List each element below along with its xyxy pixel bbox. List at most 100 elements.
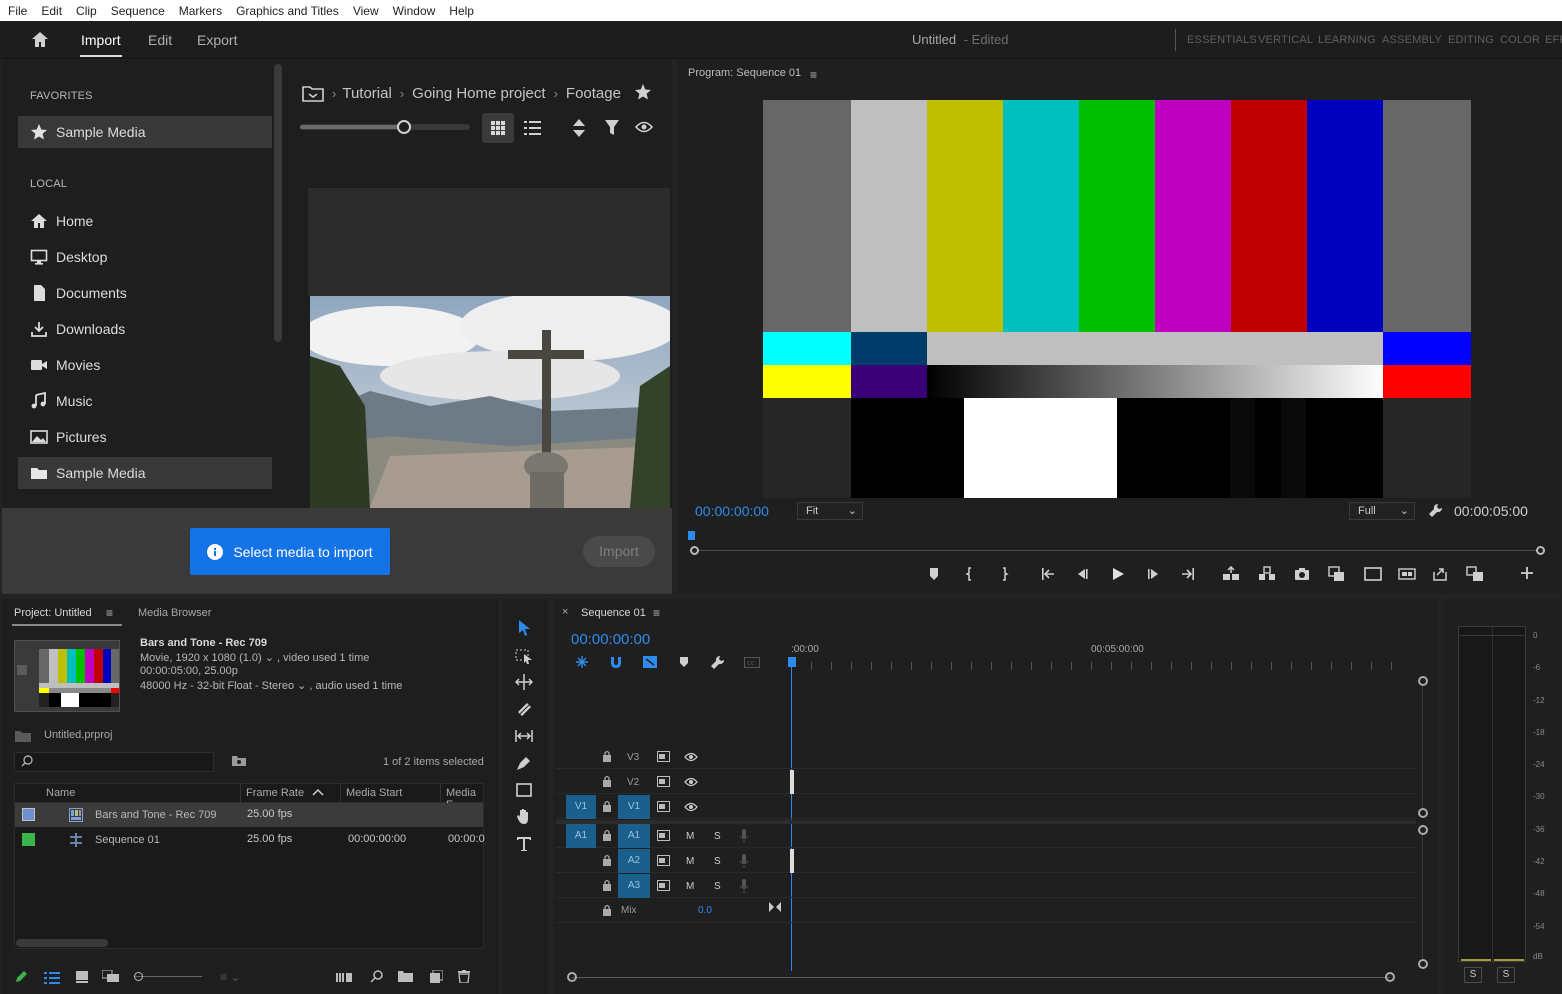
track-label-a1[interactable]: A1	[618, 824, 650, 848]
mute-button[interactable]: M	[686, 856, 694, 867]
proxy-toggle-icon[interactable]	[1398, 566, 1432, 582]
go-to-out-icon[interactable]	[1180, 566, 1222, 582]
lock-icon[interactable]	[602, 879, 612, 891]
list-view-icon[interactable]	[524, 120, 541, 136]
folder-icon[interactable]	[302, 84, 324, 102]
freeform-view-icon[interactable]	[102, 970, 120, 983]
menu-graphics[interactable]: Graphics and Titles	[228, 4, 345, 18]
step-forward-icon[interactable]	[1146, 566, 1180, 582]
column-frame-rate[interactable]: Frame Rate	[246, 787, 304, 799]
extract-icon[interactable]	[1258, 566, 1294, 582]
solo-button[interactable]: S	[714, 856, 721, 867]
eye-icon[interactable]	[684, 752, 698, 762]
track-label-a3[interactable]: A3	[618, 874, 650, 898]
microphone-icon[interactable]	[739, 879, 749, 893]
tab-export[interactable]: Export	[197, 21, 237, 59]
sidebar-item-documents[interactable]: Documents	[18, 277, 272, 309]
menu-file[interactable]: File	[0, 4, 33, 18]
icon-view-icon[interactable]	[76, 971, 88, 983]
menu-clip[interactable]: Clip	[68, 4, 103, 18]
fit-select[interactable]: Fit ⌄	[797, 502, 863, 520]
media-thumbnail-cross[interactable]	[310, 296, 670, 508]
sidebar-item-music[interactable]: Music	[18, 385, 272, 417]
h-scroll-handle-left[interactable]	[567, 972, 577, 982]
clip-end-marker[interactable]	[790, 770, 794, 794]
source-patch-v1[interactable]: V1	[566, 795, 596, 819]
list-view-icon[interactable]	[44, 971, 60, 984]
filter-icon[interactable]	[604, 119, 620, 136]
column-name[interactable]: Name	[46, 787, 75, 799]
eye-icon[interactable]	[684, 802, 698, 812]
grid-view-button[interactable]	[482, 113, 514, 143]
rectangle-tool-icon[interactable]	[515, 781, 533, 799]
razor-tool-icon[interactable]	[515, 700, 533, 718]
mark-in-icon[interactable]	[962, 566, 996, 582]
new-bin-icon[interactable]	[398, 970, 413, 982]
pen-tool-icon[interactable]	[515, 754, 533, 772]
h-scrollbar[interactable]	[572, 977, 1390, 978]
snap-magnet-icon[interactable]	[609, 655, 623, 669]
sort-icon[interactable]	[572, 118, 586, 138]
playhead-line[interactable]	[791, 667, 792, 971]
h-scroll-handle-right[interactable]	[1385, 972, 1395, 982]
import-button[interactable]: Import	[583, 536, 655, 567]
add-marker-icon[interactable]	[926, 566, 962, 582]
type-tool-icon[interactable]	[515, 835, 533, 853]
project-search-input[interactable]	[14, 752, 214, 772]
solo-left-button[interactable]: S	[1464, 967, 1482, 983]
timeline-settings-wrench-icon[interactable]	[710, 655, 725, 670]
safe-margins-icon[interactable]	[1364, 566, 1398, 582]
sidebar-item-downloads[interactable]: Downloads	[18, 313, 272, 345]
share-icon[interactable]	[1432, 566, 1466, 582]
timeline-timecode[interactable]: 00:00:00:00	[571, 631, 650, 648]
workspace-editing[interactable]: EDITING	[1448, 21, 1494, 59]
monitor-scrub-bar[interactable]	[695, 550, 1540, 551]
column-media-start[interactable]: Media Start	[346, 787, 402, 799]
track-select-tool-icon[interactable]	[515, 647, 533, 665]
sidebar-item-home[interactable]: Home	[18, 205, 272, 237]
automate-to-sequence-icon[interactable]	[336, 971, 352, 983]
workspace-essentials[interactable]: ESSENTIALS	[1187, 21, 1257, 59]
tab-import[interactable]: Import	[81, 21, 121, 59]
source-patch-a1[interactable]: A1	[566, 824, 596, 848]
find-icon[interactable]	[370, 970, 383, 983]
lock-icon[interactable]	[602, 829, 612, 841]
microphone-icon[interactable]	[739, 829, 749, 843]
v-scroll-handle[interactable]	[1418, 808, 1428, 818]
label-color-swatch[interactable]	[22, 833, 35, 846]
clip-end-marker[interactable]	[790, 849, 794, 873]
go-to-edit-icon[interactable]	[768, 901, 782, 913]
lock-icon[interactable]	[602, 775, 612, 787]
workspace-color[interactable]: COLOR	[1500, 21, 1540, 59]
track-label-v2[interactable]: V2	[627, 777, 639, 788]
microphone-icon[interactable]	[739, 854, 749, 868]
play-icon[interactable]	[1110, 566, 1146, 582]
chevron-down-icon[interactable]: ⌄	[265, 652, 274, 664]
sort-ascending-icon[interactable]	[312, 785, 324, 799]
table-row[interactable]: Bars and Tone - Rec 709 25.00 fps	[15, 803, 483, 827]
sync-lock-icon[interactable]	[657, 751, 670, 762]
zoom-slider[interactable]	[134, 976, 202, 977]
label-color-swatch[interactable]	[22, 808, 35, 821]
trash-icon[interactable]	[458, 970, 470, 983]
lock-icon[interactable]	[602, 750, 612, 762]
panel-menu-icon[interactable]: ≡	[106, 606, 113, 620]
clip-preview-thumbnail[interactable]	[14, 640, 120, 712]
lock-icon[interactable]	[602, 800, 612, 812]
nest-sequences-icon[interactable]	[575, 655, 589, 669]
sidebar-item-sample-media[interactable]: Sample Media	[18, 457, 272, 489]
multi-camera-icon[interactable]	[1466, 566, 1520, 582]
sync-lock-icon[interactable]	[657, 855, 670, 866]
mix-value[interactable]: 0.0	[698, 905, 712, 916]
monitor-playhead[interactable]	[688, 531, 695, 540]
scrub-end-handle[interactable]	[1536, 546, 1545, 555]
selection-tool-icon[interactable]	[515, 619, 533, 637]
tab-media-browser[interactable]: Media Browser	[138, 607, 211, 619]
close-tab-icon[interactable]: ×	[562, 606, 568, 618]
menu-edit[interactable]: Edit	[33, 4, 68, 18]
panel-menu-icon[interactable]: ≡	[810, 68, 817, 82]
v-scroll-handle-bottom[interactable]	[1418, 959, 1428, 969]
zoom-slider-handle[interactable]	[134, 972, 143, 981]
new-item-icon[interactable]	[430, 970, 443, 983]
menu-sequence[interactable]: Sequence	[103, 4, 171, 18]
